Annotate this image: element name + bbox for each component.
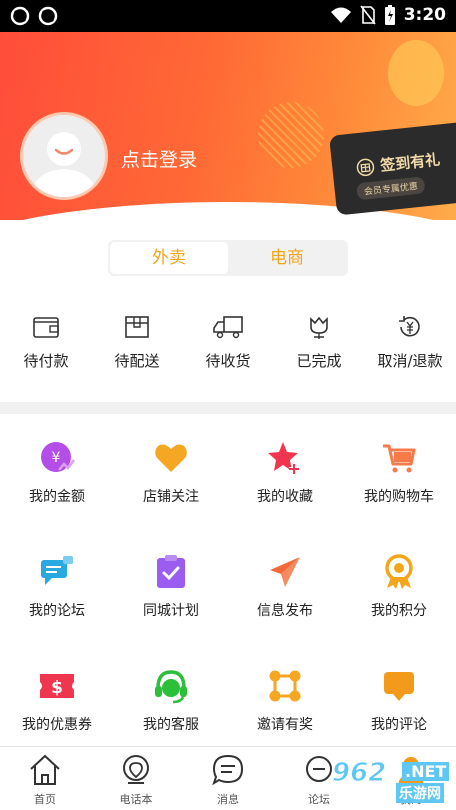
chat-icon bbox=[41, 556, 73, 585]
money-icon: ¥ bbox=[41, 442, 75, 472]
order-pending-payment[interactable]: 待付款 bbox=[1, 314, 91, 371]
sign-in-subtitle: 会员专属优惠 bbox=[356, 176, 426, 201]
sync-icon bbox=[10, 6, 30, 26]
refund-icon bbox=[399, 316, 420, 337]
grid-item-coupons[interactable]: $ 我的优惠券 bbox=[0, 668, 114, 734]
grid-item-city-plan[interactable]: 同城计划 bbox=[114, 554, 228, 620]
network-icon bbox=[269, 670, 301, 702]
nav-phonebook[interactable]: 电话本 bbox=[91, 753, 181, 807]
sync-icon bbox=[38, 6, 58, 26]
tab-takeout[interactable]: 外卖 bbox=[110, 242, 228, 274]
tab-ecommerce[interactable]: 电商 bbox=[228, 242, 346, 274]
cart-icon bbox=[383, 444, 416, 473]
order-completed[interactable]: 已完成 bbox=[274, 314, 364, 371]
grid-item-points[interactable]: 我的积分 bbox=[342, 554, 456, 620]
clock: 3:20 bbox=[403, 5, 446, 25]
default-avatar-icon bbox=[31, 132, 97, 197]
grid-item-comments[interactable]: 我的评论 bbox=[342, 668, 456, 734]
truck-icon bbox=[213, 316, 243, 339]
location-icon bbox=[123, 755, 149, 784]
grid-label: 邀请有奖 bbox=[257, 717, 313, 733]
grid-label: 我的论坛 bbox=[29, 603, 85, 619]
grid-label: 我的收藏 bbox=[257, 489, 313, 505]
grid-label: 我的评论 bbox=[371, 717, 427, 733]
section-divider bbox=[0, 402, 456, 414]
grid-item-publish[interactable]: 信息发布 bbox=[228, 554, 342, 620]
grid-label: 我的客服 bbox=[143, 717, 199, 733]
box-icon bbox=[125, 316, 149, 338]
grid-label: 同城计划 bbox=[143, 603, 199, 619]
nav-label: 电话本 bbox=[119, 793, 153, 806]
coupon-icon: $ bbox=[40, 674, 74, 698]
grid-label: 信息发布 bbox=[257, 603, 313, 619]
decor-bubble bbox=[388, 40, 444, 106]
heart-icon bbox=[155, 444, 187, 472]
grid-item-balance[interactable]: ¥ 我的金额 bbox=[0, 440, 114, 506]
grid-item-cart[interactable]: 我的购物车 bbox=[342, 440, 456, 506]
flower-icon bbox=[310, 316, 328, 339]
order-label: 已完成 bbox=[296, 352, 342, 370]
grid-label: 我的优惠券 bbox=[22, 717, 92, 733]
grid-item-favorites[interactable]: 我的收藏 bbox=[228, 440, 342, 506]
nav-home[interactable]: 首页 bbox=[0, 753, 90, 807]
order-label: 待收货 bbox=[205, 352, 251, 370]
watermark-logo: 962 .NET 乐游网 bbox=[330, 756, 456, 806]
watermark-name: 乐游网 bbox=[396, 783, 444, 803]
grid-label: 店铺关注 bbox=[143, 489, 199, 505]
avatar[interactable] bbox=[20, 112, 108, 200]
grid-item-forum[interactable]: 我的论坛 bbox=[0, 554, 114, 620]
grid-item-invite[interactable]: 邀请有奖 bbox=[228, 668, 342, 734]
wallet-icon bbox=[33, 317, 59, 338]
order-type-tabs: 外卖 电商 bbox=[108, 240, 348, 276]
message-icon bbox=[212, 754, 244, 786]
medal-icon bbox=[385, 554, 413, 589]
wifi-icon bbox=[330, 7, 351, 23]
watermark-net: .NET bbox=[402, 762, 450, 781]
sign-in-title: 签到有礼 bbox=[379, 150, 442, 175]
order-label: 取消/退款 bbox=[377, 352, 443, 370]
status-bar: 3:20 bbox=[0, 0, 456, 32]
battery-icon bbox=[384, 5, 395, 25]
grid-label: 我的购物车 bbox=[364, 489, 434, 505]
grid-label: 我的金额 bbox=[29, 489, 85, 505]
star-icon bbox=[268, 442, 299, 474]
grid-item-customer-service[interactable]: 我的客服 bbox=[114, 668, 228, 734]
comment-icon bbox=[384, 672, 414, 701]
order-cancel-refund[interactable]: 取消/退款 bbox=[365, 314, 455, 371]
decor-bubble bbox=[258, 102, 324, 168]
gift-icon bbox=[356, 158, 375, 176]
watermark-number: 962 bbox=[331, 758, 387, 789]
order-pending-delivery[interactable]: 待配送 bbox=[92, 314, 182, 371]
order-label: 待付款 bbox=[23, 352, 69, 370]
order-pending-receipt[interactable]: 待收货 bbox=[183, 314, 273, 371]
grid-label: 我的积分 bbox=[371, 603, 427, 619]
login-link[interactable]: 点击登录 bbox=[121, 145, 197, 172]
nav-label: 消息 bbox=[217, 793, 239, 806]
nav-messages[interactable]: 消息 bbox=[183, 753, 273, 807]
no-sim-icon bbox=[360, 5, 376, 25]
sign-in-card[interactable]: 签到有礼 会员专属优惠 bbox=[329, 121, 456, 216]
svg-text:$: $ bbox=[51, 678, 63, 698]
order-label: 待配送 bbox=[114, 352, 160, 370]
nav-label: 首页 bbox=[34, 793, 56, 806]
svg-text:¥: ¥ bbox=[52, 450, 61, 466]
headset-icon bbox=[155, 670, 187, 704]
home-icon bbox=[30, 754, 60, 785]
clipboard-icon bbox=[157, 555, 185, 588]
paper-plane-icon bbox=[270, 557, 300, 587]
grid-item-followed-shops[interactable]: 店铺关注 bbox=[114, 440, 228, 506]
